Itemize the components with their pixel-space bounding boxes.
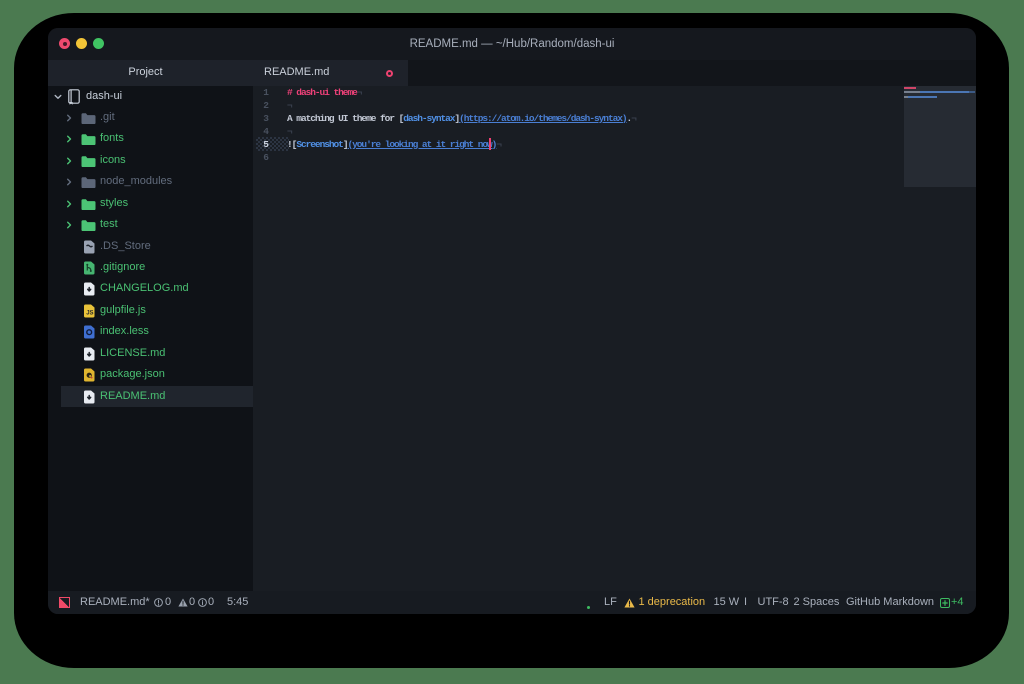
svg-text:JS: JS <box>86 310 93 316</box>
